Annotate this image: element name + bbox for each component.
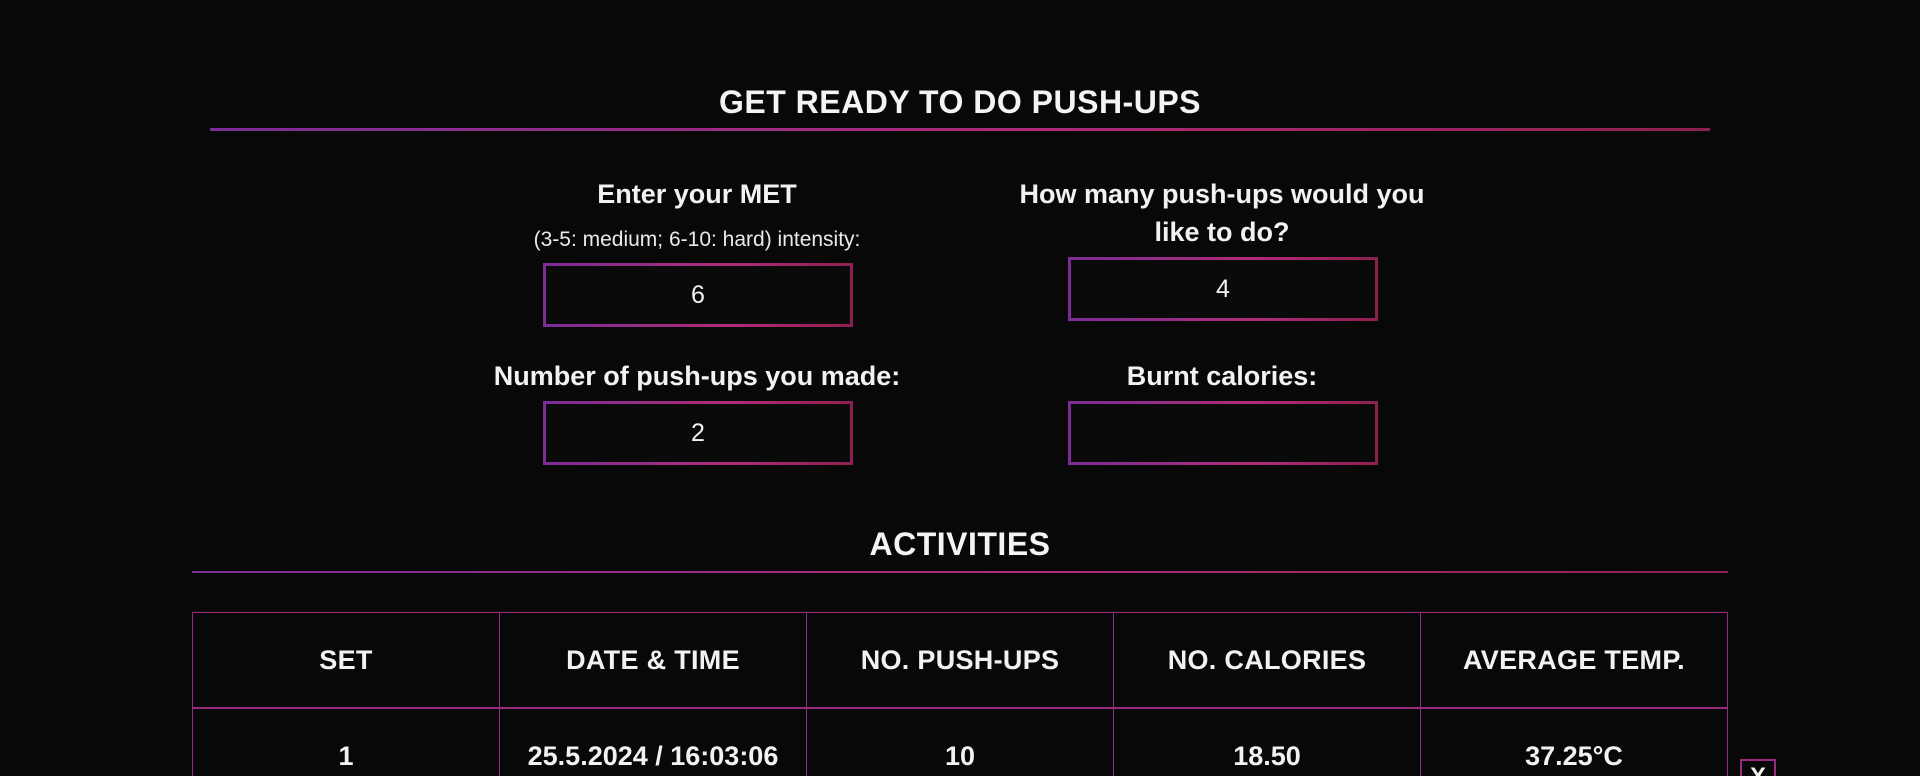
column-header-calories: NO. CALORIES [1113,612,1421,709]
column-header-avg-temp: AVERAGE TEMP. [1420,612,1728,709]
activities-table: SET DATE & TIME NO. PUSH-UPS NO. CALORIE… [192,612,1728,776]
delete-row-button[interactable]: X [1740,759,1776,776]
pushups-section-title: GET READY TO DO PUSH-UPS [719,84,1201,120]
column-header-set: SET [192,612,500,709]
section-divider [210,128,1710,131]
column-header-pushups: NO. PUSH-UPS [806,612,1114,709]
section-divider [192,571,1728,573]
made-pushups-label: Number of push-ups you made: [493,361,901,391]
target-pushups-label: How many push-ups would you like to do? [1019,179,1425,247]
table-row: 1 25.5.2024 / 16:03:06 10 18.50 37.25°C [192,707,1728,776]
column-header-date-time: DATE & TIME [499,612,807,709]
cell-date-time: 25.5.2024 / 16:03:06 [499,707,807,776]
page: GET READY TO DO PUSH-UPS Enter your MET … [0,0,1920,776]
cell-pushups: 10 [806,707,1114,776]
met-label: Enter your MET [597,179,797,209]
target-pushups-input[interactable]: 4 [1068,257,1378,321]
burnt-calories-label: Burnt calories: [1126,361,1318,391]
table-header-row: SET DATE & TIME NO. PUSH-UPS NO. CALORIE… [192,612,1728,709]
cell-calories: 18.50 [1113,707,1421,776]
met-input[interactable]: 6 [543,263,853,327]
burnt-calories-field[interactable] [1068,401,1378,465]
made-pushups-field[interactable]: 2 [543,401,853,465]
met-hint: (3-5: medium; 6-10: hard) intensity: [533,228,861,251]
close-icon: X [1750,763,1766,776]
cell-avg-temp: 37.25°C [1420,707,1728,776]
activities-section-title: ACTIVITIES [869,526,1051,562]
cell-set: 1 [192,707,500,776]
